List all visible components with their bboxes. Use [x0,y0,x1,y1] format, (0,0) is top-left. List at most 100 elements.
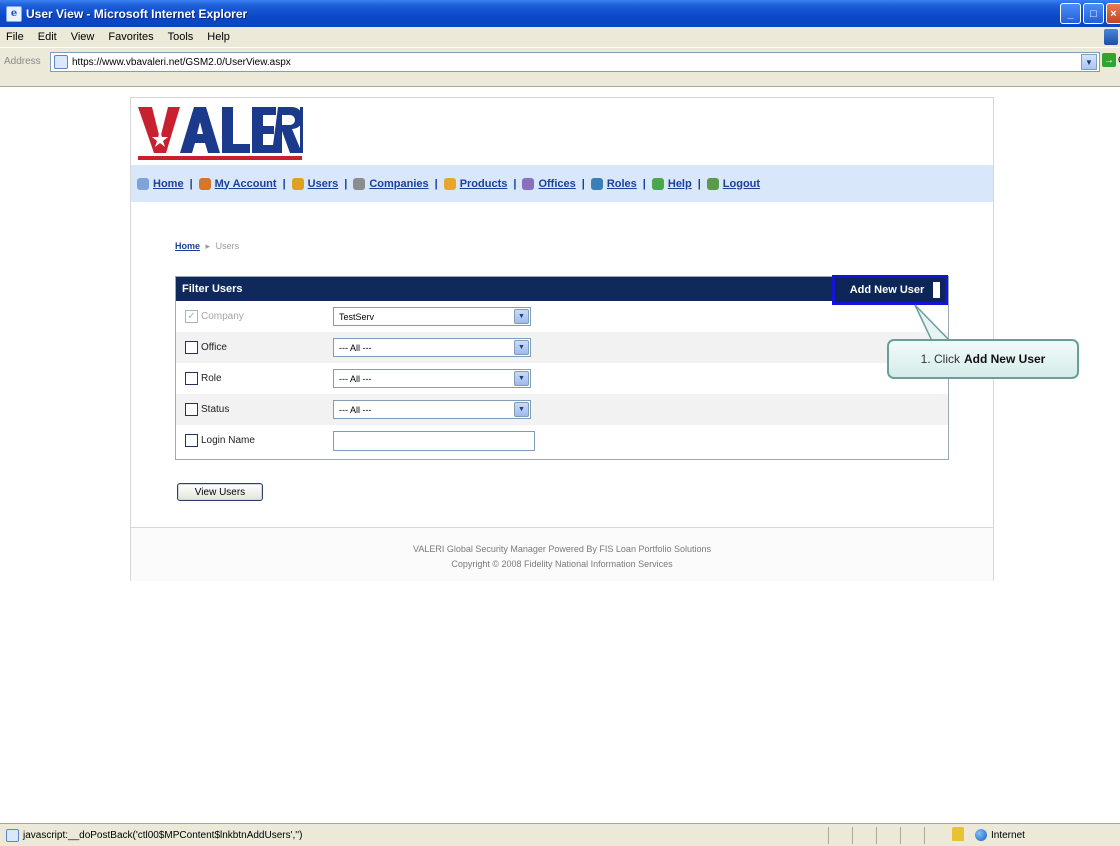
logout-icon [706,177,719,190]
filter-users-panel: Filter Users Add New User ✓ Company Test… [175,275,949,460]
office-checkbox[interactable] [185,341,198,354]
page-status-icon [6,828,19,842]
nav-users-link[interactable]: Users [308,178,339,190]
office-select[interactable]: --- All --- ▼ [333,338,531,357]
nav-my-account[interactable]: My Account [198,177,277,190]
nav-home[interactable]: Home [137,177,184,190]
company-label: Company [201,311,244,322]
login-name-label: Login Name [201,435,255,446]
security-zone: Internet [975,829,1025,841]
status-text: javascript:__doPostBack('ctl00$MPContent… [23,829,303,841]
nav-companies[interactable]: Companies [353,177,429,190]
status-checkbox[interactable] [185,403,198,416]
zone-label: Internet [991,829,1025,841]
menu-view[interactable]: View [71,31,95,43]
chevron-down-icon[interactable]: ▼ [514,371,529,386]
go-arrow-icon: → [1102,53,1116,67]
breadcrumb: Home ▸ Users [175,241,239,252]
callout-prefix: 1. Click [920,352,960,366]
login-name-checkbox[interactable] [185,434,198,447]
menu-edit[interactable]: Edit [38,31,57,43]
menu-file[interactable]: File [6,31,24,43]
nav-my-account-link[interactable]: My Account [215,178,277,190]
nav-home-link[interactable]: Home [153,178,184,190]
filter-row-role: Role --- All --- ▼ [176,363,948,394]
filter-row-login-name: Login Name [176,425,948,456]
home-icon [137,177,149,190]
address-bar: Address https://www.vbavaleri.net/GSM2.0… [0,47,1120,87]
status-label: Status [201,404,230,415]
maximize-button[interactable]: □ [1083,3,1104,24]
nav-help-link[interactable]: Help [668,178,692,190]
menu-help[interactable]: Help [207,31,230,43]
lock-icon [952,827,964,841]
windows-logo-icon [1104,29,1118,45]
status-select[interactable]: --- All --- ▼ [333,400,531,419]
menu-favorites[interactable]: Favorites [108,31,153,43]
chevron-down-icon[interactable]: ▼ [514,340,529,355]
address-input[interactable]: https://www.vbavaleri.net/GSM2.0/UserVie… [50,52,1100,72]
address-label: Address [4,56,41,67]
filter-header: Filter Users Add New User [176,275,948,305]
role-checkbox[interactable] [185,372,198,385]
chevron-down-icon[interactable]: ▼ [514,402,529,417]
nav-roles-link[interactable]: Roles [607,178,637,190]
nav-separator: | [434,177,438,190]
nav-help[interactable]: Help [651,177,692,190]
address-url: https://www.vbavaleri.net/GSM2.0/UserVie… [72,56,291,68]
users-icon [291,177,304,190]
nav-users[interactable]: Users [291,177,339,190]
nav-offices[interactable]: Offices [522,177,576,190]
close-button[interactable]: × [1106,3,1120,24]
nav-logout-link[interactable]: Logout [723,178,760,190]
chevron-down-icon[interactable]: ▼ [514,309,529,324]
nav-products[interactable]: Products [443,177,508,190]
company-select[interactable]: TestServ ▼ [333,307,531,326]
go-button[interactable]: → Go [1102,53,1120,67]
nav-separator: | [697,177,701,190]
address-dropdown-icon[interactable]: ▼ [1081,54,1097,70]
add-new-user-label: Add New User [849,284,925,296]
page-container: Home | My Account | Users | Companies | … [130,97,994,581]
role-select[interactable]: --- All --- ▼ [333,369,531,388]
statusbar: javascript:__doPostBack('ctl00$MPContent… [0,823,1120,846]
page-icon [54,55,68,69]
breadcrumb-arrow-icon: ▸ [205,241,211,251]
valeri-logo-graphic [138,107,303,160]
nav-products-link[interactable]: Products [460,178,508,190]
nav-roles[interactable]: Roles [590,177,637,190]
menu-tools[interactable]: Tools [168,31,194,43]
role-select-value: --- All --- [339,373,372,384]
minimize-button[interactable]: _ [1060,3,1081,24]
filter-row-status: Status --- All --- ▼ [176,394,948,425]
products-icon [443,177,456,190]
filter-row-office: Office --- All --- ▼ [176,332,948,363]
nav-companies-link[interactable]: Companies [369,178,428,190]
offices-icon [522,177,535,190]
breadcrumb-home[interactable]: Home [175,241,200,251]
page-footer: VALERI Global Security Manager Powered B… [131,527,993,581]
companies-icon [353,177,366,190]
company-checkbox: ✓ [185,310,198,323]
filter-row-company: ✓ Company TestServ ▼ [176,301,948,332]
nav-separator: | [581,177,585,190]
nav-separator: | [189,177,193,190]
roles-icon [590,177,603,190]
callout-action: Add New User [963,352,1046,366]
account-icon [198,177,211,190]
nav-offices-link[interactable]: Offices [538,178,575,190]
footer-powered-by: VALERI Global Security Manager Powered B… [413,544,711,554]
status-panes [828,827,946,844]
view-users-button[interactable]: View Users [177,483,263,501]
nav-separator: | [344,177,348,190]
valeri-logo [136,105,304,161]
nav-separator: | [513,177,517,190]
login-name-input[interactable] [333,430,535,451]
status-select-value: --- All --- [339,404,372,415]
nav-separator: | [642,177,646,190]
footer-copyright: Copyright © 2008 Fidelity National Infor… [451,559,673,569]
main-nav: Home | My Account | Users | Companies | … [131,165,993,202]
role-label: Role [201,373,222,384]
globe-icon [975,829,987,841]
nav-logout[interactable]: Logout [706,177,760,190]
